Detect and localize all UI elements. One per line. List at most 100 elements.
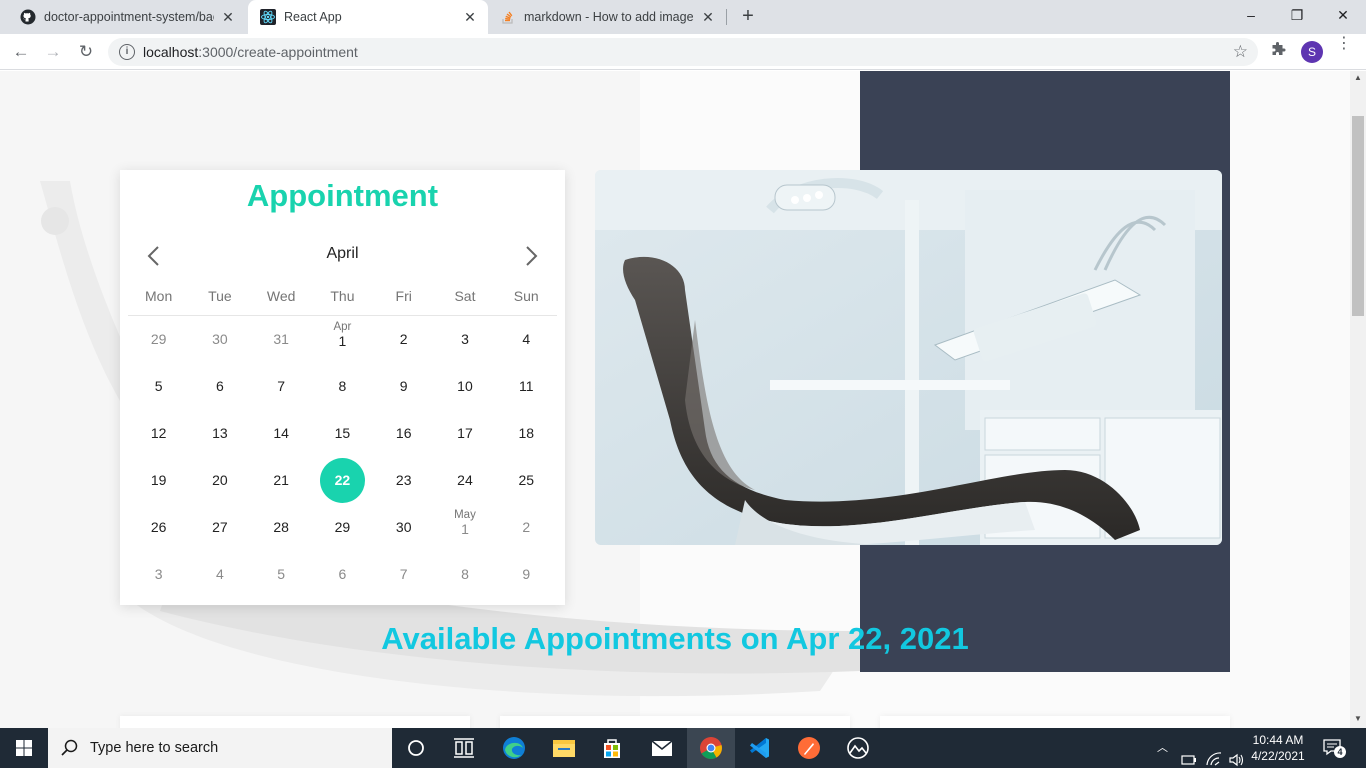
scrollbar-thumb[interactable] (1352, 116, 1364, 316)
weekday-label: Fri (395, 288, 412, 304)
calendar-day[interactable]: 20 (189, 457, 250, 504)
chrome-menu-icon[interactable]: ⋮ (1336, 36, 1352, 52)
browser-toolbar: ← → ↻ i localhost:3000/create-appointmen… (0, 34, 1366, 70)
forward-icon[interactable]: → (40, 39, 66, 65)
volume-icon[interactable] (1228, 740, 1246, 780)
next-month-chevron-icon[interactable] (517, 242, 545, 270)
url-path: :3000/create-appointment (198, 44, 358, 60)
calendar-day[interactable]: 28 (251, 504, 312, 551)
chrome-icon[interactable] (687, 728, 735, 768)
month-start-label: Apr (333, 321, 352, 333)
page-scrollbar[interactable]: ▲ ▼ (1350, 71, 1366, 728)
calendar-day[interactable]: 6 (189, 363, 250, 410)
calendar-week-row: 3 4 5 6 7 8 9 (128, 551, 557, 598)
calendar-day[interactable]: 9 (496, 551, 557, 598)
close-icon[interactable]: ✕ (220, 9, 236, 26)
postman-icon[interactable] (785, 728, 833, 768)
calendar-day[interactable]: 7 (373, 551, 434, 598)
calendar-week-row: 19 20 21 22 23 24 25 (128, 457, 557, 504)
calendar-day[interactable]: 23 (373, 457, 434, 504)
appointment-card[interactable] (500, 716, 850, 728)
calendar-day[interactable]: 30 (373, 504, 434, 551)
extensions-puzzle-icon[interactable] (1270, 42, 1286, 62)
site-info-icon[interactable]: i (119, 44, 135, 60)
calendar-day[interactable]: 4 (189, 551, 250, 598)
close-icon[interactable]: ✕ (700, 9, 716, 26)
show-hidden-icons-chevron[interactable]: ︿ (1157, 739, 1168, 779)
calendar-day[interactable]: 3 (128, 551, 189, 598)
calendar-day[interactable]: 3 (434, 316, 495, 363)
network-icon[interactable] (1180, 740, 1198, 780)
reload-icon[interactable]: ↻ (73, 39, 99, 65)
restore-button[interactable]: ❐ (1274, 0, 1320, 30)
day-number: 12 (150, 425, 167, 441)
bookmark-star-icon[interactable]: ☆ (1233, 42, 1248, 62)
tab-github[interactable]: doctor-appointment-system/bac ✕ (8, 0, 246, 34)
calendar-day[interactable]: 24 (434, 457, 495, 504)
taskbar-search-box[interactable]: Type here to search (48, 728, 392, 768)
calendar-day[interactable]: Apr 1 (312, 316, 373, 363)
calendar-day[interactable]: 19 (128, 457, 189, 504)
close-window-button[interactable]: ✕ (1320, 0, 1366, 30)
calendar-day-selected[interactable]: 22 (312, 457, 373, 504)
tab-react-app[interactable]: React App ✕ (248, 0, 488, 34)
calendar-day[interactable]: 26 (128, 504, 189, 551)
address-bar[interactable]: i localhost:3000/create-appointment ☆ (108, 38, 1258, 66)
calendar-day[interactable]: 27 (189, 504, 250, 551)
cortana-icon[interactable] (392, 728, 440, 768)
day-number: 29 (334, 519, 351, 535)
calendar-day[interactable]: 5 (128, 363, 189, 410)
calendar-day[interactable]: 30 (189, 316, 250, 363)
windows-start-icon[interactable] (0, 728, 48, 768)
calendar-day[interactable]: 25 (496, 457, 557, 504)
calendar-day[interactable]: 7 (251, 363, 312, 410)
calendar-day[interactable]: May 1 (434, 504, 495, 551)
calendar-day[interactable]: 10 (434, 363, 495, 410)
calendar-day[interactable]: 5 (251, 551, 312, 598)
task-view-icon[interactable] (440, 728, 488, 768)
calendar-day[interactable]: 12 (128, 410, 189, 457)
calendar-day[interactable]: 31 (251, 316, 312, 363)
profile-avatar[interactable]: S (1301, 41, 1323, 63)
calendar-day[interactable]: 9 (373, 363, 434, 410)
scroll-down-arrow-icon[interactable]: ▼ (1350, 714, 1366, 723)
calendar-day[interactable]: 11 (496, 363, 557, 410)
calendar-day[interactable]: 29 (128, 316, 189, 363)
calendar-day[interactable]: 21 (251, 457, 312, 504)
appointment-card[interactable] (880, 716, 1230, 728)
calendar-day[interactable]: 16 (373, 410, 434, 457)
calendar-day[interactable]: 8 (434, 551, 495, 598)
new-tab-button[interactable]: + (737, 6, 759, 28)
calendar-day[interactable]: 4 (496, 316, 557, 363)
calendar-day[interactable]: 13 (189, 410, 250, 457)
calendar-day[interactable]: 15 (312, 410, 373, 457)
scroll-up-arrow-icon[interactable]: ▲ (1350, 73, 1366, 82)
vscode-icon[interactable] (736, 728, 784, 768)
back-icon[interactable]: ← (8, 39, 34, 65)
taskbar-search-placeholder: Type here to search (90, 740, 219, 756)
day-number: 8 (461, 566, 469, 582)
file-explorer-icon[interactable] (540, 728, 588, 768)
photos-app-icon[interactable] (834, 728, 882, 768)
edge-browser-icon[interactable] (490, 728, 538, 768)
tab-stackoverflow[interactable]: markdown - How to add images ✕ (488, 0, 726, 34)
calendar-day[interactable]: 17 (434, 410, 495, 457)
calendar-day[interactable]: 2 (496, 504, 557, 551)
minimize-button[interactable]: – (1228, 0, 1274, 30)
calendar-day[interactable]: 29 (312, 504, 373, 551)
day-number: 5 (154, 378, 163, 394)
calendar-day[interactable]: 14 (251, 410, 312, 457)
wifi-icon[interactable] (1205, 740, 1223, 780)
notification-center[interactable]: 4 (1322, 737, 1348, 759)
url-text[interactable]: localhost:3000/create-appointment (143, 44, 358, 60)
calendar-day[interactable]: 6 (312, 551, 373, 598)
mail-icon[interactable] (638, 728, 686, 768)
search-icon (61, 739, 78, 756)
calendar-day[interactable]: 18 (496, 410, 557, 457)
close-icon[interactable]: ✕ (462, 9, 478, 26)
taskbar-clock[interactable]: 10:44 AM 4/22/2021 (1248, 732, 1308, 764)
microsoft-store-icon[interactable] (588, 728, 636, 768)
calendar-day[interactable]: 8 (312, 363, 373, 410)
calendar-day[interactable]: 2 (373, 316, 434, 363)
appointment-card[interactable] (120, 716, 470, 728)
